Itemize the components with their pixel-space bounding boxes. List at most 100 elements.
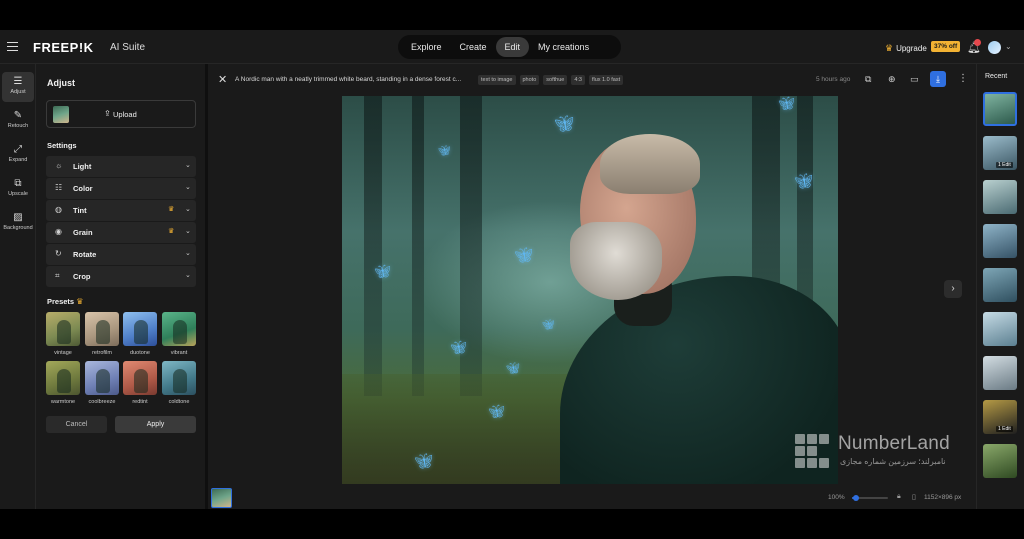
tool-rail: ☰ Adjust ✎ Retouch ⤢ Expand ⧉ Upscale ▨ … <box>0 64 36 509</box>
sliders-icon: ☰ <box>13 76 23 87</box>
recent-thumbnail[interactable] <box>983 356 1017 390</box>
rail-item-retouch[interactable]: ✎ Retouch <box>2 106 34 136</box>
upgrade-label: Upgrade <box>896 44 927 53</box>
preset-thumbnail <box>123 361 157 395</box>
more-icon[interactable]: ⋮ <box>958 73 968 84</box>
recent-thumbnail[interactable] <box>983 180 1017 214</box>
recent-thumbnail[interactable] <box>983 268 1017 302</box>
chevron-down-icon: ⌄ <box>185 184 191 191</box>
image-strip-thumbnail[interactable] <box>211 488 232 508</box>
rail-item-background[interactable]: ▨ Background <box>2 208 34 238</box>
recent-thumbnail[interactable] <box>983 92 1017 126</box>
next-arrow-button[interactable]: › <box>944 280 962 298</box>
generated-image[interactable]: 🦋︎ 🦋︎ 🦋︎ 🦋︎ 🦋︎ 🦋︎ 🦋︎ 🦋︎ 🦋︎ 🦋︎ 🦋︎ <box>342 96 838 484</box>
setting-label: Rotate <box>73 250 97 259</box>
butterfly-icon: 🦋︎ <box>554 116 575 133</box>
setting-tint[interactable]: ◍ Tint ♛ ⌄ <box>46 200 196 221</box>
close-icon[interactable]: ✕ <box>218 73 227 86</box>
butterfly-icon: 🦋︎ <box>542 320 555 331</box>
suite-label: AI Suite <box>110 42 146 53</box>
notification-dot <box>974 39 981 46</box>
butterfly-icon: 🦋︎ <box>374 264 391 279</box>
rail-item-upscale[interactable]: ⧉ Upscale <box>2 174 34 204</box>
recent-thumbnail[interactable] <box>983 224 1017 258</box>
setting-rotate[interactable]: ↻ Rotate ⌄ <box>46 244 196 265</box>
prompt-tags: text to image photo softhue 4:3 flux 1.0… <box>478 75 624 85</box>
nav-tab-create[interactable]: Create <box>451 37 496 57</box>
chevron-down-icon: ⌄ <box>185 162 191 169</box>
edit-count-badge: 1 Edit <box>996 426 1013 432</box>
preset-coldtone[interactable]: coldtone <box>162 361 196 407</box>
setting-label: Crop <box>73 272 91 281</box>
preset-label: warmtone <box>50 399 76 405</box>
preset-duotone[interactable]: duotone <box>123 312 157 358</box>
menu-icon[interactable] <box>7 42 18 51</box>
setting-color[interactable]: ☷ Color ⌄ <box>46 178 196 199</box>
chevron-down-icon: ⌄ <box>185 272 191 279</box>
preset-retrofilm[interactable]: retrofilm <box>85 312 119 358</box>
preset-warmtone[interactable]: warmtone <box>46 361 80 407</box>
letterbox-top <box>0 0 1024 30</box>
chevron-down-icon[interactable]: ⌄ <box>1005 42 1012 51</box>
rotate-icon: ↻ <box>55 249 62 258</box>
zoom-slider-handle[interactable] <box>852 495 859 501</box>
preset-coolbreeze[interactable]: coolbreeze <box>85 361 119 407</box>
nav-tab-explore[interactable]: Explore <box>402 37 451 57</box>
butterfly-icon: 🦋︎ <box>778 96 795 111</box>
preset-thumbnail <box>46 312 80 346</box>
preset-vibrant[interactable]: vibrant <box>162 312 196 358</box>
preset-label: coldtone <box>168 399 190 405</box>
rail-label: Background <box>3 225 33 231</box>
upgrade-button[interactable]: ♛ Upgrade <box>885 43 927 54</box>
nav-tab-edit[interactable]: Edit <box>495 37 530 57</box>
tree-trunk <box>364 96 382 396</box>
preset-redtint[interactable]: redtint <box>123 361 157 407</box>
crop-icon: ⌗ <box>55 271 60 280</box>
setting-label: Color <box>73 184 93 193</box>
avatar[interactable] <box>988 41 1001 54</box>
download-button[interactable]: ⤓ <box>930 71 946 87</box>
top-bar: FREEP!K AI Suite Explore Create Edit My … <box>0 30 1024 64</box>
freepik-logo[interactable]: FREEP!K <box>33 40 94 55</box>
hair <box>600 134 700 194</box>
image-dimensions: 1152×896 px <box>924 494 962 501</box>
tag-model: flux 1.0 fast <box>588 75 624 85</box>
setting-light[interactable]: ☼ Light ⌄ <box>46 156 196 177</box>
setting-crop[interactable]: ⌗ Crop ⌄ <box>46 266 196 287</box>
tag-effect: softhue <box>543 75 568 85</box>
preset-thumbnail <box>46 361 80 395</box>
edit-count-badge: 1 Edit <box>996 162 1013 168</box>
copy-icon[interactable]: ⧉ <box>865 74 871 85</box>
rail-item-expand[interactable]: ⤢ Expand <box>2 140 34 170</box>
zoom-slider[interactable] <box>852 495 888 501</box>
recent-thumbnail[interactable] <box>983 312 1017 346</box>
discount-badge: 37% off <box>931 41 961 52</box>
recent-thumbnail[interactable]: 1 Edit <box>983 400 1017 434</box>
rail-label: Retouch <box>7 123 29 129</box>
butterfly-icon: 🦋︎ <box>514 247 534 264</box>
upload-button[interactable]: ⇪ Upload <box>46 100 196 128</box>
nav-tab-my-creations[interactable]: My creations <box>529 37 598 57</box>
setting-label: Grain <box>73 228 93 237</box>
folder-icon[interactable]: ▭ <box>910 74 919 85</box>
butterfly-icon: 🦋︎ <box>506 363 520 375</box>
recent-thumbnail[interactable] <box>983 444 1017 478</box>
rail-item-adjust[interactable]: ☰ Adjust <box>2 72 34 102</box>
panel-title: Adjust <box>47 78 75 88</box>
butterfly-icon: 🦋︎ <box>794 173 814 190</box>
lock-icon[interactable]: 🔒︎ <box>897 493 901 501</box>
globe-icon[interactable]: ⊕ <box>888 74 896 85</box>
setting-grain[interactable]: ◉ Grain ♛ ⌄ <box>46 222 196 243</box>
apply-button[interactable]: Apply <box>115 416 196 433</box>
preset-vintage[interactable]: vintage <box>46 312 80 358</box>
preset-label: retrofilm <box>92 350 112 356</box>
cancel-button[interactable]: Cancel <box>46 416 107 433</box>
sun-icon: ☼ <box>55 161 63 170</box>
crown-icon: ♛ <box>885 43 894 53</box>
chevron-down-icon: ⌄ <box>185 206 191 213</box>
tag-mode: text to image <box>478 75 516 85</box>
watermark-subtitle: نامبرلند؛ سرزمین شماره مجازی <box>840 457 946 466</box>
chevron-down-icon: ⌄ <box>185 228 191 235</box>
setting-label: Tint <box>73 206 87 215</box>
recent-thumbnail[interactable]: 1 Edit <box>983 136 1017 170</box>
